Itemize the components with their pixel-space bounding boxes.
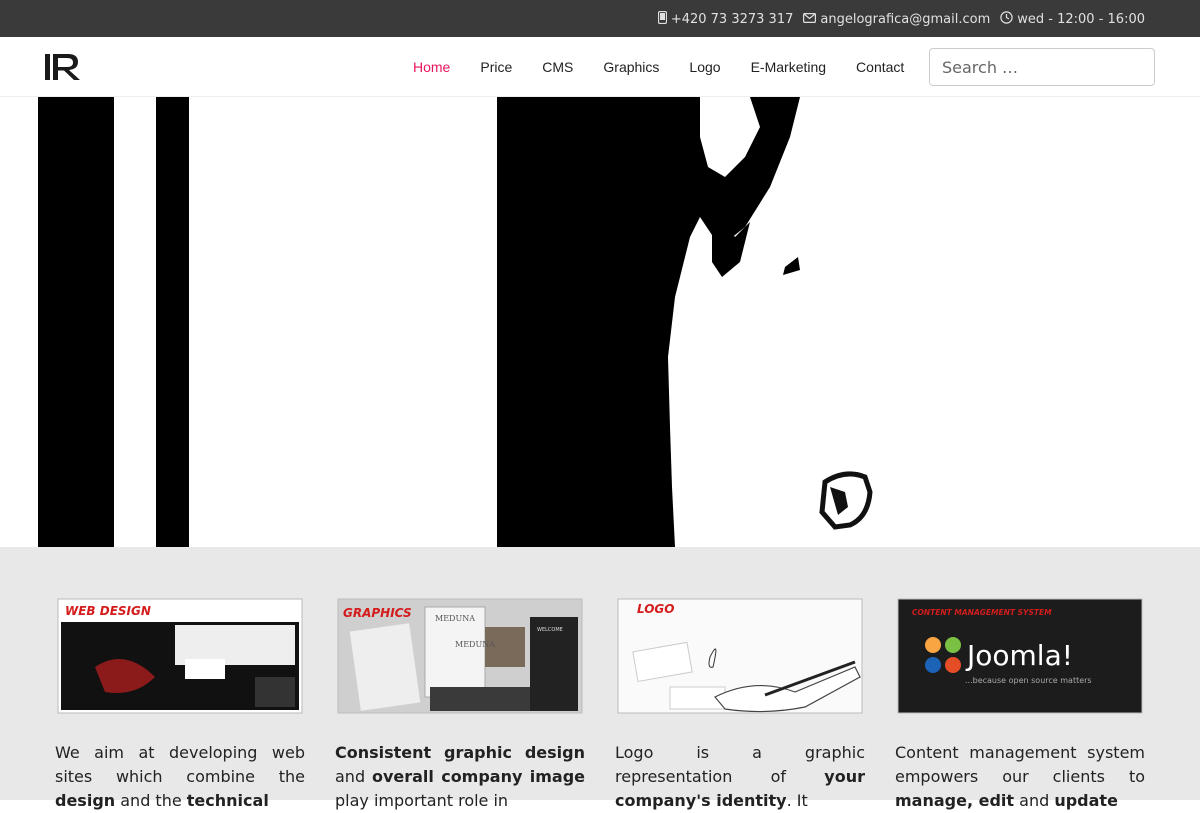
feature-web-design: WEB DESIGN We aim at developing web site… [55,597,305,813]
cms-text: Content management system empowers our c… [895,741,1145,813]
email-info[interactable]: angelografica@gmail.com [803,11,990,28]
site-logo[interactable] [44,51,84,83]
nav-e-marketing[interactable]: E-Marketing [736,59,841,75]
nav-graphics[interactable]: Graphics [588,59,674,75]
web-design-badge: WEB DESIGN [65,604,151,618]
logo-text-2: . It [786,791,808,810]
cms-text-bold-1: manage, edit [895,791,1015,810]
cms-text-1: Content management system empowers our c… [895,743,1145,786]
mobile-phone-icon [657,10,667,28]
web-design-text-bold-1: design [55,791,116,810]
feature-cms: Joomla! ...because open source matters C… [895,597,1145,813]
graphics-text: Consistent graphic design and overall co… [335,741,585,813]
clock-icon [1000,11,1013,28]
graphics-text-1: and [335,767,372,786]
cms-text-bold-2: update [1054,791,1118,810]
main-menu: Home Price CMS Graphics Logo E-Marketing… [398,37,919,97]
web-design-text-2: and the [115,791,187,810]
graphics-text-bold-1: Consistent graphic design [335,743,585,762]
web-design-text-bold-2: technical [186,791,269,810]
web-design-text-1: We aim at developing web sites which com… [55,743,305,786]
joomla-wordmark: Joomla! [965,639,1073,672]
nav-logo[interactable]: Logo [674,59,735,75]
cms-badge: CONTENT MANAGEMENT SYSTEM [912,608,1052,617]
nav-cms[interactable]: CMS [527,59,588,75]
graphics-text-2: play important role in [335,791,509,810]
web-design-text: We aim at developing web sites which com… [55,741,305,813]
search-input[interactable] [929,48,1155,86]
nav-price[interactable]: Price [465,59,527,75]
cms-text-2: and [1014,791,1055,810]
graphics-text-bold-2: overall company image [371,767,586,786]
opening-hours: wed - 12:00 - 16:00 [1017,12,1145,27]
envelope-icon [803,12,817,27]
features-section: WEB DESIGN We aim at developing web site… [0,547,1200,810]
phone-number[interactable]: +420 73 3273 317 [671,12,794,27]
logo-badge: LOGO [637,602,674,616]
feature-logo: LOGO Logo is a graphic representation of… [615,597,865,813]
graphics-meduna-1: MEDUNA [435,614,475,623]
main-navbar: Home Price CMS Graphics Logo E-Marketing… [0,37,1200,97]
logo-text: Logo is a graphic representation of your… [615,741,865,813]
phone-info[interactable]: +420 73 3273 317 [657,10,794,28]
graphics-meduna-2: MEDUNA [455,640,495,649]
graphics-badge: GRAPHICS [343,606,412,620]
nav-contact[interactable]: Contact [841,59,919,75]
joomla-tagline: ...because open source matters [965,676,1092,685]
graphics-welcome: WELCOME [537,627,563,633]
top-info-bar: +420 73 3273 317 angelografica@gmail.com… [0,0,1200,37]
hero-image [0,97,1200,547]
graphics-thumbnail[interactable]: MEDUNA MEDUNA WELCOME GRAPHICS [335,597,585,717]
hours-info: wed - 12:00 - 16:00 [1000,11,1145,28]
nav-home[interactable]: Home [398,59,465,75]
email-address[interactable]: angelografica@gmail.com [820,12,990,27]
cms-thumbnail[interactable]: Joomla! ...because open source matters C… [895,597,1145,717]
feature-graphics: MEDUNA MEDUNA WELCOME GRAPHICS Consisten… [335,597,585,813]
logo-thumbnail[interactable]: LOGO [615,597,865,717]
web-design-thumbnail[interactable]: WEB DESIGN [55,597,305,717]
